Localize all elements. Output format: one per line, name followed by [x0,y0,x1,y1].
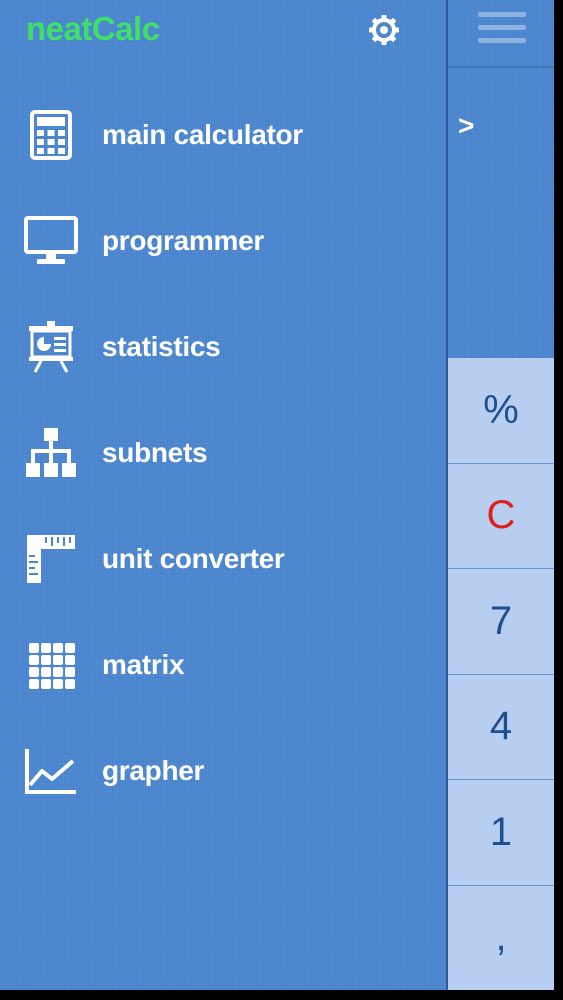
keypad-column: % C 7 4 1 , [448,358,554,991]
menu-label: grapher [102,755,205,786]
main-calculator-panel: > % C 7 4 1 , [446,0,554,991]
key-7[interactable]: 7 [448,569,554,675]
menu-label: unit converter [102,543,285,574]
ruler-icon [27,535,75,583]
app-title: neatCalc [26,10,160,47]
presentation-board-icon [29,321,73,373]
menu-label: subnets [102,437,208,468]
line-graph-icon [25,749,76,794]
menu-item-subnets[interactable]: subnets [0,408,446,498]
menu-item-main-calculator[interactable]: main calculator [0,90,446,180]
screen-edge [554,0,563,1000]
menu-label: main calculator [102,119,303,150]
menu-item-grapher[interactable]: grapher [0,726,446,816]
menu-label: statistics [102,331,221,362]
menu-label: programmer [102,225,264,256]
side-menu: neatCalc main calculator programmer stat… [0,0,446,990]
key-clear[interactable]: C [448,463,554,569]
calculator-icon [30,110,72,160]
key-percent[interactable]: % [448,358,554,464]
grid-icon [29,643,75,689]
menu-item-programmer[interactable]: programmer [0,196,446,286]
screen-bottom-edge [0,990,563,1000]
calculator-top-bar [448,0,554,68]
settings-button[interactable] [366,12,402,48]
menu-label: matrix [102,649,185,680]
gear-icon [369,15,399,45]
chevron-right-icon[interactable]: > [458,110,474,142]
menu-toggle-button[interactable] [478,12,526,48]
key-4[interactable]: 4 [448,674,554,780]
hamburger-icon [478,12,526,17]
key-1[interactable]: 1 [448,780,554,886]
monitor-icon [24,216,78,264]
key-decimal[interactable]: , [448,885,554,991]
menu-item-statistics[interactable]: statistics [0,302,446,392]
menu-item-matrix[interactable]: matrix [0,620,446,710]
network-tree-icon [26,428,76,477]
menu-item-unit-converter[interactable]: unit converter [0,514,446,604]
